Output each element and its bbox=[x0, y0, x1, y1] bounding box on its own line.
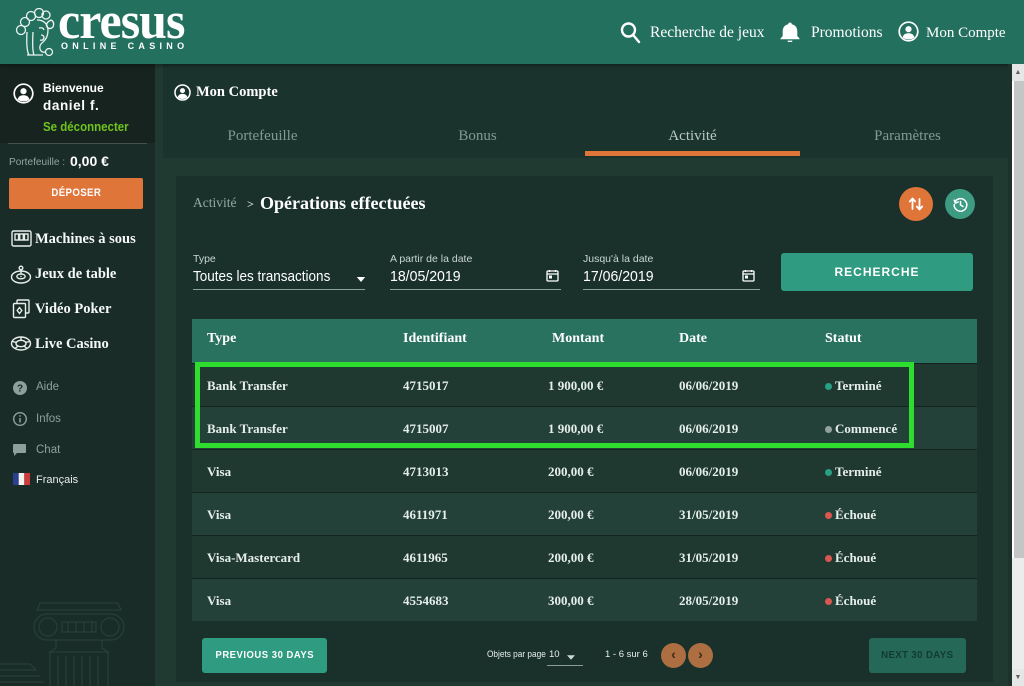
svg-text:?: ? bbox=[17, 384, 23, 395]
